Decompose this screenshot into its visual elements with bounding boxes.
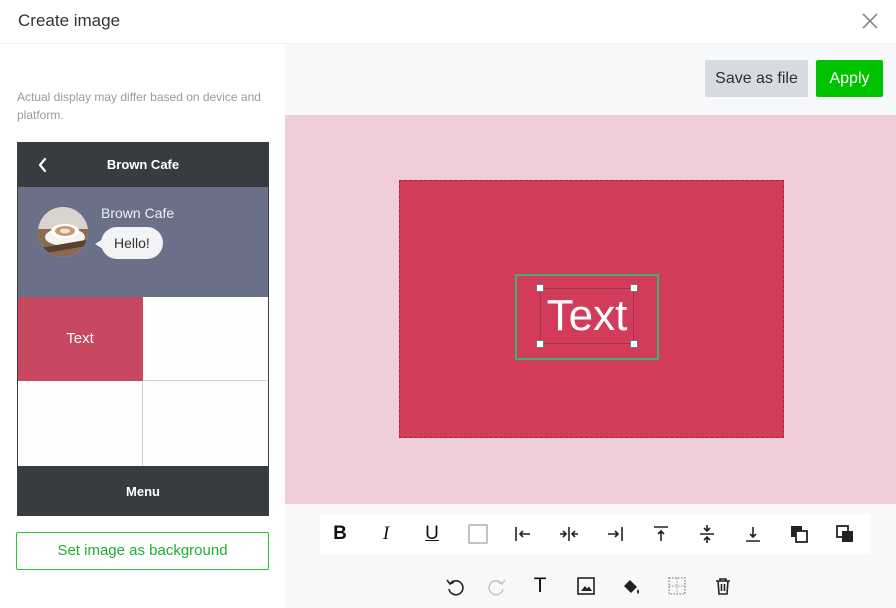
format-toolbar: B I U (320, 514, 870, 554)
bold-label: B (333, 523, 347, 544)
text-tool-icon[interactable]: T (528, 574, 552, 598)
redo-icon[interactable] (485, 574, 509, 598)
phone-preview: Brown Cafe Brown Cafe Hello! Text Menu (17, 142, 269, 516)
transparency-grid-icon[interactable] (665, 574, 689, 598)
resize-handle[interactable] (630, 340, 638, 348)
sender-name: Brown Cafe (101, 205, 175, 221)
message-bubble: Hello! (95, 227, 163, 259)
display-notice: Actual display may differ based on devic… (17, 90, 261, 122)
menu-bar: Menu (18, 466, 268, 515)
chat-area: Brown Cafe Hello! (18, 187, 268, 297)
editor-panel: Save as file Apply Text B I U T (285, 44, 896, 608)
resize-handle[interactable] (536, 284, 544, 292)
align-center-horizontal-icon[interactable] (557, 522, 581, 546)
text-tool-label: T (533, 574, 547, 597)
rich-menu-cell (18, 381, 143, 466)
rich-menu-cell (143, 297, 268, 381)
dialog-title: Create image (18, 11, 121, 30)
italic-icon[interactable]: I (374, 522, 398, 546)
chat-header-name: Brown Cafe (106, 157, 180, 172)
undo-icon[interactable] (443, 574, 467, 598)
bring-forward-icon[interactable] (833, 522, 857, 546)
dialog-titlebar: Create image (0, 0, 896, 44)
align-middle-vertical-icon[interactable] (695, 522, 719, 546)
preview-panel: Actual display may differ based on devic… (0, 44, 285, 608)
edit-toolbar: T (435, 568, 745, 604)
trash-icon[interactable] (711, 574, 735, 598)
image-tool-icon[interactable] (574, 574, 598, 598)
underline-icon[interactable]: U (420, 522, 444, 546)
apply-button[interactable]: Apply (816, 60, 883, 97)
resize-handle[interactable] (536, 340, 544, 348)
rich-menu-cell (143, 381, 268, 466)
italic-label: I (382, 523, 390, 544)
fill-bucket-icon[interactable] (619, 574, 643, 598)
avatar (38, 207, 88, 257)
text-object-content[interactable]: Text (541, 292, 633, 340)
text-object[interactable]: Text (536, 284, 638, 348)
close-icon[interactable] (858, 9, 882, 33)
align-right-icon[interactable] (603, 522, 627, 546)
text-selection-frame[interactable]: Text (515, 274, 659, 360)
set-background-button[interactable]: Set image as background (16, 532, 269, 570)
bold-icon[interactable]: B (328, 522, 352, 546)
save-as-file-button[interactable]: Save as file (705, 60, 808, 97)
align-left-icon[interactable] (511, 522, 535, 546)
align-bottom-icon[interactable] (741, 522, 765, 546)
resize-handle[interactable] (630, 284, 638, 292)
color-swatch[interactable] (466, 522, 490, 546)
chat-header: Brown Cafe (18, 143, 268, 187)
canvas-area[interactable]: Text (285, 115, 896, 504)
underline-label: U (425, 523, 439, 544)
artboard[interactable]: Text (399, 180, 784, 438)
send-backward-icon[interactable] (787, 522, 811, 546)
align-top-icon[interactable] (649, 522, 673, 546)
rich-menu-grid: Text (18, 297, 268, 466)
rich-menu-cell-text: Text (18, 297, 143, 381)
